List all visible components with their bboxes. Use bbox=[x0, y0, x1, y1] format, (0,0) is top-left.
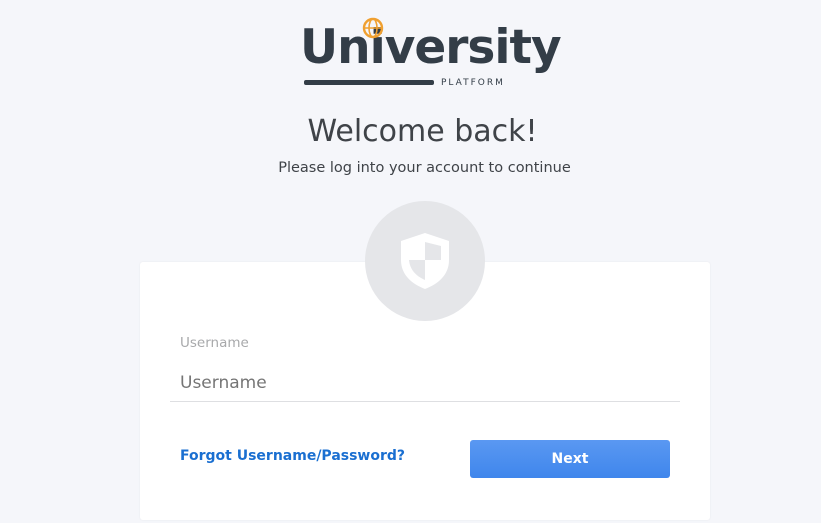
logo-subtext: PLATFORM bbox=[441, 78, 505, 88]
forgot-credentials-link[interactable]: Forgot Username/Password? bbox=[180, 448, 405, 464]
username-label: Username bbox=[180, 335, 249, 351]
page-subtitle: Please log into your account to continue bbox=[278, 160, 571, 176]
shield-icon bbox=[401, 233, 449, 289]
university-platform-logo: University PLATFORM bbox=[298, 16, 562, 92]
shield-badge bbox=[365, 201, 485, 321]
next-button[interactable]: Next bbox=[470, 440, 670, 478]
globe-icon bbox=[362, 17, 384, 39]
username-input[interactable] bbox=[170, 364, 680, 402]
page-title: Welcome back! bbox=[307, 114, 538, 149]
logo-underline bbox=[304, 80, 434, 85]
logo-wordmark: University bbox=[300, 20, 562, 75]
